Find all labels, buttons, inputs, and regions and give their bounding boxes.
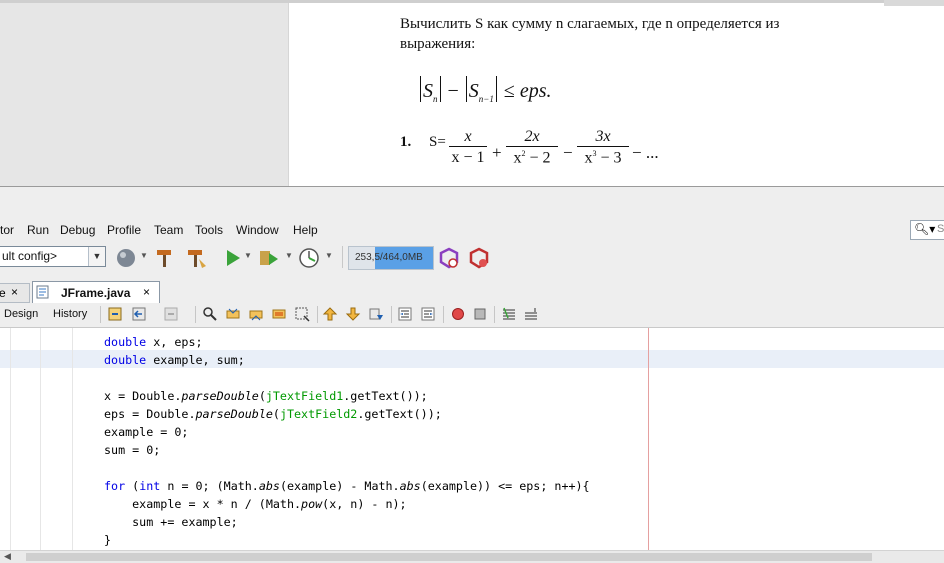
history-view-button[interactable]: History xyxy=(53,308,87,320)
forward-icon[interactable] xyxy=(163,306,179,322)
code-line: eps = Double.parseDouble(jTextField2.get… xyxy=(104,407,442,421)
code-editor[interactable]: double x, eps; double example, sum; x = … xyxy=(0,328,944,550)
last-edit-icon[interactable] xyxy=(107,306,123,322)
fraction-term-3: 3x x3 − 3 xyxy=(577,128,629,167)
globe-icon[interactable] xyxy=(115,247,137,269)
close-icon[interactable]: × xyxy=(143,285,150,299)
chevron-down-icon[interactable]: ▼ xyxy=(285,251,293,260)
menu-debug[interactable]: Debug xyxy=(60,223,95,237)
document-margin xyxy=(0,0,289,186)
menu-profile[interactable]: Profile xyxy=(107,223,141,237)
code-line: sum += example; xyxy=(104,515,238,529)
toggle-bookmark-icon[interactable] xyxy=(368,306,384,322)
code-line: x = Double.parseDouble(jTextField1.getTe… xyxy=(104,389,428,403)
stop-condition-formula: Sn − Sn−1 ≤ eps. xyxy=(418,76,552,104)
code-line: } xyxy=(104,533,112,547)
clean-build-icon[interactable] xyxy=(185,247,207,269)
find-selection-icon[interactable] xyxy=(271,306,287,322)
toggle-highlight-icon[interactable] xyxy=(294,306,310,322)
operator-plus: + xyxy=(492,143,502,162)
shift-left-icon[interactable] xyxy=(397,306,413,322)
debug-icon[interactable] xyxy=(258,247,280,269)
memory-indicator[interactable]: 253,5/464,0MB xyxy=(348,246,434,270)
code-line: double x, eps; xyxy=(104,335,203,349)
document-view: Вычислить S как сумму n слагаемых, где n… xyxy=(0,0,944,186)
search-icon: 🔍︎▾ xyxy=(914,222,936,236)
scrollbar-thumb[interactable] xyxy=(26,553,872,561)
find-icon[interactable] xyxy=(202,306,218,322)
scroll-left-icon[interactable]: ◀ xyxy=(4,551,11,562)
uncomment-icon[interactable] xyxy=(523,306,539,322)
code-line: sum = 0; xyxy=(104,443,161,457)
menu-team[interactable]: Team xyxy=(154,223,183,237)
operator-minus: − xyxy=(563,143,573,162)
chevron-down-icon[interactable]: ▼ xyxy=(244,251,252,260)
chevron-down-icon: ▼ xyxy=(88,247,105,266)
editor-toolbar: Design History xyxy=(0,303,944,328)
item-number: 1. xyxy=(400,134,412,150)
close-icon[interactable]: × xyxy=(11,285,18,299)
memory-text: 253,5/464,0MB xyxy=(355,252,423,263)
document-top-border xyxy=(0,0,944,3)
profiler-record-icon[interactable] xyxy=(468,247,490,269)
java-file-icon xyxy=(36,285,49,299)
task-text-line1: Вычислить S как сумму n слагаемых, где n… xyxy=(400,16,780,32)
fraction-term-1: x x − 1 xyxy=(449,128,487,167)
menu-run[interactable]: Run xyxy=(27,223,49,237)
find-previous-icon[interactable] xyxy=(225,306,241,322)
design-view-button[interactable]: Design xyxy=(4,308,38,320)
profiler-snapshot-icon[interactable] xyxy=(438,247,460,269)
toolbar-separator xyxy=(342,246,343,268)
editor-tabs: e × JFrame.java × xyxy=(0,281,944,304)
fraction-term-2: 2x x2 − 2 xyxy=(506,128,558,167)
next-bookmark-icon[interactable] xyxy=(345,306,361,322)
menu-window[interactable]: Window xyxy=(236,223,279,237)
back-icon[interactable] xyxy=(131,306,147,322)
stop-macro-recording-icon[interactable] xyxy=(472,306,488,322)
menu-tools[interactable]: Tools xyxy=(195,223,223,237)
chevron-down-icon[interactable]: ▼ xyxy=(325,251,333,260)
run-icon[interactable] xyxy=(222,247,244,269)
run-config-select[interactable]: ult config> ▼ xyxy=(0,246,106,267)
start-macro-recording-icon[interactable] xyxy=(450,306,466,322)
profile-icon[interactable] xyxy=(298,247,320,269)
shift-right-icon[interactable] xyxy=(420,306,436,322)
menu-help[interactable]: Help xyxy=(293,223,318,237)
tab-label: JFrame.java xyxy=(61,286,131,300)
tab-jframe-java[interactable]: JFrame.java × xyxy=(32,281,160,303)
document-corner-strip xyxy=(884,0,944,6)
previous-bookmark-icon[interactable] xyxy=(322,306,338,322)
indent-guide xyxy=(10,328,11,550)
code-line: example = 0; xyxy=(104,425,189,439)
toolbar-separator xyxy=(195,306,196,323)
build-hammer-icon[interactable] xyxy=(153,247,175,269)
operator-ellipsis: − ... xyxy=(632,143,659,162)
tab-previous-file[interactable]: e × xyxy=(0,283,30,303)
quick-search-input[interactable]: 🔍︎▾ S xyxy=(910,220,944,240)
sum-label: S= xyxy=(429,134,446,150)
indent-guide xyxy=(72,328,73,550)
ide-window: tor Run Debug Profile Team Tools Window … xyxy=(0,186,944,563)
tab-label: e xyxy=(0,286,6,300)
toolbar-separator xyxy=(443,306,444,323)
comment-icon[interactable] xyxy=(501,306,517,322)
code-line: for (int n = 0; (Math.abs(example) - Mat… xyxy=(104,479,590,493)
toolbar-separator xyxy=(100,306,101,323)
run-config-value: ult config> xyxy=(2,249,58,263)
code-line: example = x * n / (Math.pow(x, n) - n); xyxy=(104,497,407,511)
code-line: double example, sum; xyxy=(104,353,245,367)
indent-guide xyxy=(40,328,41,550)
right-margin-line xyxy=(648,328,649,550)
toolbar-separator xyxy=(317,306,318,323)
toolbar-separator xyxy=(391,306,392,323)
toolbar-separator xyxy=(494,306,495,323)
horizontal-scrollbar[interactable]: ◀ xyxy=(0,550,944,563)
main-toolbar: ult config> ▼ ▼ ▼ ▼ ▼ 253,5/464,0MB xyxy=(0,243,944,275)
chevron-down-icon[interactable]: ▼ xyxy=(140,251,148,260)
search-placeholder: S xyxy=(937,223,944,235)
menu-bar: tor Run Debug Profile Team Tools Window … xyxy=(0,187,944,237)
find-next-icon[interactable] xyxy=(248,306,264,322)
task-text-line2: выражения: xyxy=(400,36,476,52)
menu-editor[interactable]: tor xyxy=(0,223,14,237)
